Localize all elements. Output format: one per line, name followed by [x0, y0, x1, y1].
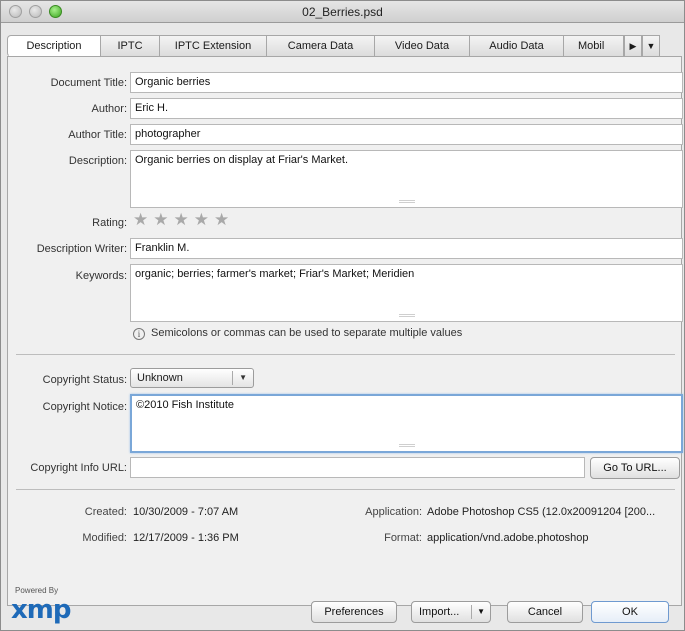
chevron-down-icon[interactable]: ▼: [477, 602, 485, 622]
description-panel: Document Title: Organic berries Author: …: [7, 56, 683, 606]
star-icon[interactable]: ★: [174, 210, 194, 229]
separator-hint: i Semicolons or commas can be used to sep…: [133, 327, 462, 340]
star-icon[interactable]: ★: [133, 210, 153, 229]
chevron-down-icon: ▼: [239, 373, 247, 382]
tab-overflow-menu-icon[interactable]: ▼: [642, 35, 660, 57]
separator-hint-text: Semicolons or commas can be used to sepa…: [151, 327, 463, 339]
copyright-notice-text: ©2010 Fish Institute: [136, 399, 234, 411]
description-label: Description:: [68, 155, 127, 167]
rating-stars[interactable]: ★★★★★: [133, 210, 234, 229]
copyright-notice-textarea[interactable]: ©2010 Fish Institute: [130, 394, 683, 453]
tab-bar: Description IPTC IPTC Extension Camera D…: [7, 35, 682, 57]
tab-mobile[interactable]: Mobil: [564, 35, 624, 57]
resize-grip-icon[interactable]: [398, 444, 415, 447]
tab-iptc-extension[interactable]: IPTC Extension: [160, 35, 267, 57]
tab-iptc[interactable]: IPTC: [101, 35, 160, 57]
keywords-text: organic; berries; farmer's market; Friar…: [135, 268, 415, 280]
ok-button[interactable]: OK: [591, 601, 669, 623]
created-value: 10/30/2009 - 7:07 AM: [133, 506, 239, 518]
import-button-label: Import...: [419, 606, 460, 618]
keywords-label: Keywords:: [75, 270, 127, 282]
author-label: Author:: [91, 103, 127, 115]
resize-grip-icon[interactable]: [398, 314, 415, 317]
format-label: Format:: [384, 532, 422, 544]
document-title-input[interactable]: Organic berries: [130, 72, 683, 93]
format-value: application/vnd.adobe.photoshop: [427, 532, 589, 544]
document-title-label: Document Title:: [50, 77, 127, 89]
file-info-window: 02_Berries.psd Description IPTC IPTC Ext…: [0, 0, 685, 631]
import-button[interactable]: Import... ▼: [411, 601, 491, 623]
author-title-input[interactable]: photographer: [130, 124, 683, 145]
application-label: Application:: [365, 506, 422, 518]
star-icon[interactable]: ★: [153, 210, 173, 229]
description-writer-label: Description Writer:: [36, 243, 127, 255]
tab-description[interactable]: Description: [7, 35, 101, 57]
preferences-button[interactable]: Preferences: [311, 601, 397, 623]
copyright-url-input[interactable]: [130, 457, 585, 478]
star-icon[interactable]: ★: [194, 210, 214, 229]
tab-camera-data[interactable]: Camera Data: [267, 35, 375, 57]
author-input[interactable]: Eric H.: [130, 98, 683, 119]
copyright-status-select[interactable]: Unknown ▼: [130, 368, 254, 388]
author-title-label: Author Title:: [68, 129, 127, 141]
description-text: Organic berries on display at Friar's Ma…: [135, 154, 349, 166]
info-icon: i: [133, 328, 145, 340]
description-textarea[interactable]: Organic berries on display at Friar's Ma…: [130, 150, 683, 208]
divider: [16, 489, 675, 490]
rating-label: Rating:: [92, 217, 127, 229]
powered-by-text: Powered By: [15, 586, 59, 595]
title-bar[interactable]: 02_Berries.psd: [1, 1, 684, 23]
cancel-button[interactable]: Cancel: [507, 601, 583, 623]
xmp-logo: xmp: [11, 595, 71, 625]
tab-audio-data[interactable]: Audio Data: [470, 35, 564, 57]
resize-grip-icon[interactable]: [398, 200, 415, 203]
window-title: 02_Berries.psd: [302, 5, 383, 19]
copyright-notice-label: Copyright Notice:: [42, 401, 127, 413]
application-value: Adobe Photoshop CS5 (12.0x20091204 [200.…: [427, 506, 656, 518]
created-label: Created:: [84, 506, 127, 518]
keywords-textarea[interactable]: organic; berries; farmer's market; Friar…: [130, 264, 683, 322]
star-icon[interactable]: ★: [214, 210, 234, 229]
copyright-status-value: Unknown: [137, 372, 183, 384]
tab-scroll-right-icon[interactable]: ▶: [624, 35, 642, 57]
modified-value: 12/17/2009 - 1:36 PM: [133, 532, 239, 544]
modified-label: Modified:: [82, 532, 127, 544]
description-writer-input[interactable]: Franklin M.: [130, 238, 683, 259]
divider: [16, 354, 675, 355]
copyright-url-label: Copyright Info URL:: [30, 462, 127, 474]
tab-video-data[interactable]: Video Data: [375, 35, 470, 57]
go-to-url-button[interactable]: Go To URL...: [590, 457, 680, 479]
copyright-status-label: Copyright Status:: [42, 374, 127, 386]
